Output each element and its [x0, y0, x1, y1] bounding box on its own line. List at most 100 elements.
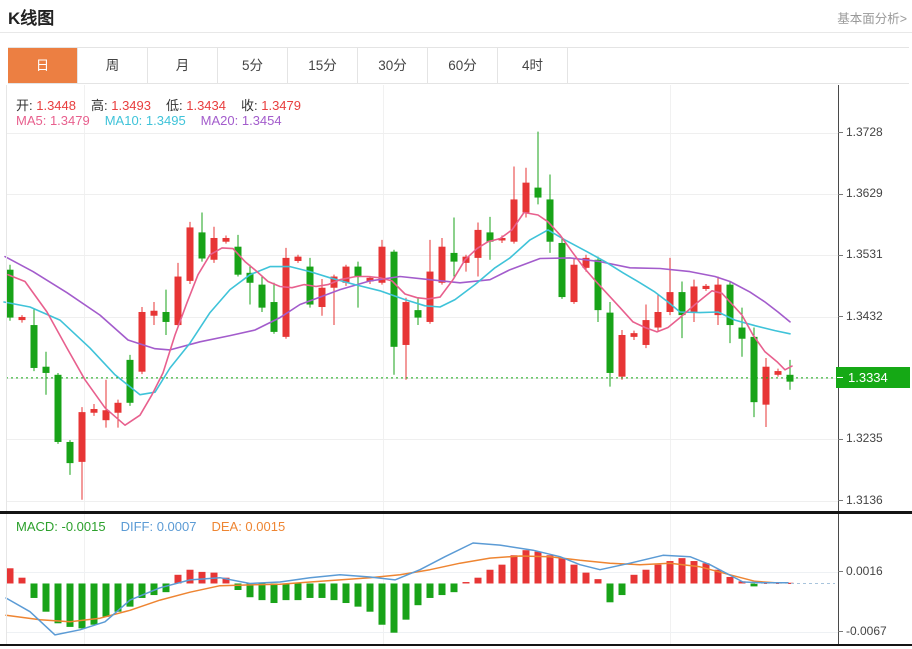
macd-bar[interactable]	[54, 583, 62, 624]
candle-body[interactable]	[270, 302, 278, 332]
candle-body[interactable]	[126, 359, 134, 403]
macd-bar[interactable]	[66, 583, 74, 627]
price-axis-label: 1.3728	[838, 125, 883, 139]
candle-body[interactable]	[702, 285, 710, 289]
candle-body[interactable]	[714, 284, 722, 316]
macd-bar[interactable]	[42, 583, 50, 612]
candle-body[interactable]	[342, 266, 350, 283]
macd-bar[interactable]	[402, 583, 410, 620]
macd-bar[interactable]	[18, 577, 26, 584]
macd-bar[interactable]	[666, 561, 674, 584]
candle-body[interactable]	[762, 366, 770, 405]
candle-body[interactable]	[474, 229, 482, 258]
candle-body[interactable]	[78, 412, 86, 462]
candle-body[interactable]	[450, 252, 458, 262]
macd-bar[interactable]	[594, 579, 602, 584]
candle-body[interactable]	[534, 187, 542, 198]
macd-bar[interactable]	[366, 583, 374, 612]
candle-body[interactable]	[570, 264, 578, 303]
candle-body[interactable]	[186, 227, 194, 281]
candle-body[interactable]	[198, 232, 206, 259]
macd-bar[interactable]	[498, 564, 506, 584]
macd-bar[interactable]	[258, 583, 266, 601]
macd-bar[interactable]	[546, 555, 554, 584]
candle-body[interactable]	[390, 251, 398, 347]
candle-body[interactable]	[618, 335, 626, 377]
macd-bar[interactable]	[642, 569, 650, 584]
macd-bar[interactable]	[522, 550, 530, 584]
candle-body[interactable]	[606, 312, 614, 373]
candle-body[interactable]	[18, 316, 26, 321]
candle-body[interactable]	[258, 284, 266, 308]
candle-body[interactable]	[30, 325, 38, 368]
macd-bar[interactable]	[510, 555, 518, 584]
candle-body[interactable]	[222, 237, 230, 242]
candle-body[interactable]	[750, 336, 758, 403]
candle-body[interactable]	[438, 246, 446, 283]
macd-bar[interactable]	[186, 569, 194, 584]
macd-bar[interactable]	[102, 583, 110, 617]
macd-bar[interactable]	[270, 583, 278, 604]
candle-body[interactable]	[774, 371, 782, 375]
candle-body[interactable]	[162, 311, 170, 322]
macd-bar[interactable]	[630, 574, 638, 584]
macd-bar[interactable]	[570, 564, 578, 584]
macd-bar[interactable]	[702, 563, 710, 584]
current-price-value: 1.3334	[848, 370, 888, 386]
macd-bar[interactable]	[390, 583, 398, 633]
price-axis-label: 1.3136	[838, 493, 883, 507]
macd-bar[interactable]	[618, 583, 626, 596]
candle-body[interactable]	[90, 409, 98, 413]
candle-body[interactable]	[642, 320, 650, 345]
candle-body[interactable]	[594, 259, 602, 311]
macd-bar[interactable]	[282, 583, 290, 601]
macd-bar[interactable]	[162, 583, 170, 593]
macd-bar[interactable]	[306, 583, 314, 598]
macd-bar[interactable]	[438, 583, 446, 596]
macd-bar[interactable]	[582, 572, 590, 584]
macd-bar[interactable]	[30, 583, 38, 598]
macd-bar[interactable]	[354, 583, 362, 607]
candle-body[interactable]	[210, 237, 218, 260]
candle-body[interactable]	[558, 242, 566, 298]
macd-bar[interactable]	[606, 583, 614, 603]
candle-body[interactable]	[402, 302, 410, 345]
candle-body[interactable]	[54, 374, 62, 442]
macd-bar[interactable]	[318, 583, 326, 598]
candle-body[interactable]	[654, 311, 662, 328]
candle-body[interactable]	[150, 310, 158, 316]
candle-body[interactable]	[114, 402, 122, 413]
macd-bar[interactable]	[558, 558, 566, 584]
macd-bar[interactable]	[726, 576, 734, 584]
macd-bar[interactable]	[678, 558, 686, 584]
candle-body[interactable]	[522, 182, 530, 213]
candle-body[interactable]	[138, 311, 146, 372]
candle-body[interactable]	[690, 286, 698, 313]
macd-bar[interactable]	[6, 568, 14, 584]
macd-bar[interactable]	[654, 564, 662, 584]
candle-body[interactable]	[414, 310, 422, 318]
candle-body[interactable]	[174, 276, 182, 326]
macd-bar[interactable]	[690, 561, 698, 584]
macd-bar[interactable]	[198, 571, 206, 584]
price-axis-label: 1.3432	[838, 309, 883, 323]
candle-body[interactable]	[42, 366, 50, 373]
macd-bar[interactable]	[414, 583, 422, 606]
macd-bar[interactable]	[474, 577, 482, 584]
candle-body[interactable]	[630, 333, 638, 337]
macd-bar[interactable]	[342, 583, 350, 604]
candle-body[interactable]	[294, 256, 302, 261]
macd-bar[interactable]	[486, 569, 494, 584]
candle-body[interactable]	[66, 441, 74, 464]
candle-body[interactable]	[282, 257, 290, 337]
macd-bar[interactable]	[462, 582, 470, 584]
candle-body[interactable]	[354, 266, 362, 277]
macd-bar[interactable]	[450, 583, 458, 593]
macd-bar[interactable]	[78, 583, 86, 629]
macd-bar[interactable]	[378, 583, 386, 625]
macd-bar[interactable]	[330, 583, 338, 601]
candle-body[interactable]	[510, 199, 518, 242]
candle-body[interactable]	[738, 327, 746, 339]
macd-bar[interactable]	[294, 583, 302, 601]
macd-bar[interactable]	[426, 583, 434, 598]
